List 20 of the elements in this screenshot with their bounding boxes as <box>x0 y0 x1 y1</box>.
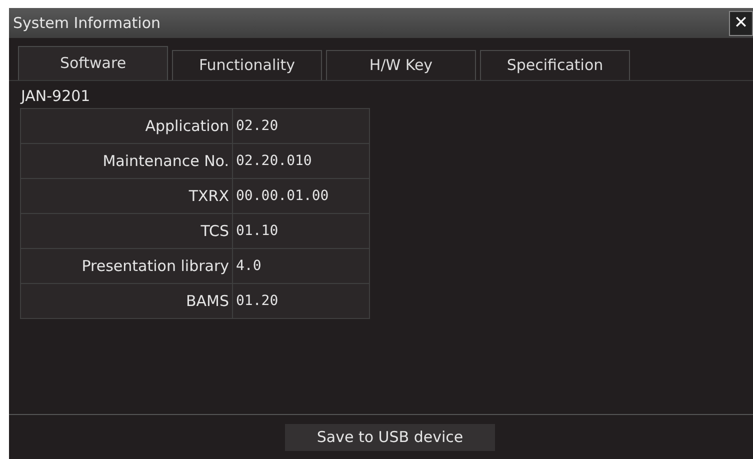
table-cell: 01.20 <box>232 284 370 318</box>
table-cell: 4.0 <box>232 248 370 284</box>
table-cell: BAMS <box>20 284 232 318</box>
tab[interactable]: Specification <box>480 50 630 80</box>
table-cell: 01.10 <box>232 214 370 248</box>
table-cell: 02.20 <box>232 108 370 144</box>
table-cell: 02.20.010 <box>232 144 370 178</box>
window-title: System Information <box>13 12 161 34</box>
table-cell: Presentation library <box>20 248 232 284</box>
table-cell: Maintenance No. <box>20 144 232 178</box>
tab[interactable]: Functionality <box>172 50 322 80</box>
table-cell: 00.00.01.00 <box>232 178 370 214</box>
table-cell: Application <box>20 108 232 144</box>
tab[interactable]: Software <box>18 46 168 80</box>
model-label: JAN-9201 <box>19 86 92 107</box>
close-button[interactable]: ✕ <box>729 10 753 36</box>
table-cell: TXRX <box>20 178 232 214</box>
table-cell: TCS <box>20 214 232 248</box>
save-button[interactable]: Save to USB device <box>285 424 495 450</box>
tab[interactable]: H/W Key <box>326 50 476 80</box>
